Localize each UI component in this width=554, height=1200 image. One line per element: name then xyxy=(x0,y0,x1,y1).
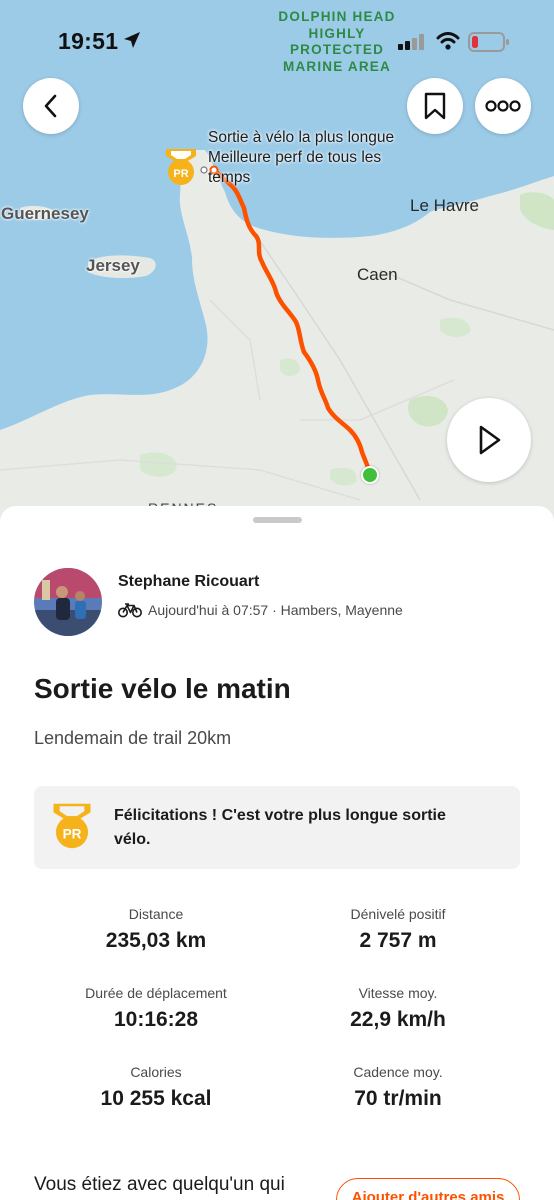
stat-value: 22,9 km/h xyxy=(350,1008,446,1031)
place-caen: Caen xyxy=(357,265,398,284)
more-options-button[interactable] xyxy=(475,78,531,134)
pr-annotation-title: Sortie à vélo la plus longue xyxy=(208,129,395,146)
location-arrow-icon xyxy=(124,32,140,48)
stat-elevation: Dénivelé positif 2 757 m xyxy=(278,906,518,953)
chevron-left-icon xyxy=(44,94,57,118)
svg-text:PR: PR xyxy=(63,826,82,841)
athlete-name[interactable]: Stephane Ricouart xyxy=(118,573,259,591)
save-route-button[interactable] xyxy=(407,78,463,134)
marine-area-label: DOLPHIN HEAD HIGHLY PROTECTED MARINE ARE… xyxy=(278,9,396,74)
stat-value: 70 tr/min xyxy=(354,1087,442,1110)
wifi-icon xyxy=(436,32,460,50)
stat-value: 10:16:28 xyxy=(113,1008,199,1031)
pr-medal-icon: PR xyxy=(53,803,91,849)
stat-label: Calories xyxy=(130,1064,182,1080)
stat-value: 10 255 kcal xyxy=(100,1087,212,1110)
stat-label: Distance xyxy=(128,906,184,922)
stat-label: Durée de déplacement xyxy=(85,985,227,1001)
stat-label: Dénivelé positif xyxy=(350,906,446,922)
stat-moving-time: Durée de déplacement 10:16:28 xyxy=(36,985,276,1032)
stat-calories: Calories 10 255 kcal xyxy=(36,1064,276,1111)
stat-value: 2 757 m xyxy=(359,929,437,952)
avatar[interactable] xyxy=(34,568,102,636)
stat-distance: Distance 235,03 km xyxy=(36,906,276,953)
play-icon xyxy=(479,425,501,455)
stat-avg-speed: Vitesse moy. 22,9 km/h xyxy=(278,985,518,1032)
status-bar: 19:51 DOLPHIN HEAD HIGHLY PROTECTED MARI… xyxy=(0,0,554,74)
activity-title: Sortie vélo le matin xyxy=(34,673,291,704)
flyover-play-button[interactable] xyxy=(447,398,531,482)
activity-sheet: Stephane Ricouart Aujourd'hui à 07:57 · … xyxy=(0,506,554,1200)
stat-cadence: Cadence moy. 70 tr/min xyxy=(278,1064,518,1111)
add-friends-button[interactable]: Ajouter d'autres amis xyxy=(336,1178,520,1200)
route-end-marker xyxy=(361,466,379,484)
sheet-drag-handle[interactable] xyxy=(253,517,302,523)
ellipsis-icon xyxy=(485,100,521,112)
bike-icon xyxy=(118,603,142,618)
activity-date-location: Aujourd'hui à 07:57 · Hambers, Mayenne xyxy=(148,602,403,618)
place-jersey: Jersey xyxy=(86,256,140,275)
stat-label: Vitesse moy. xyxy=(358,985,438,1001)
cellular-signal-icon xyxy=(398,34,424,50)
battery-icon xyxy=(468,32,509,52)
stat-label: Cadence moy. xyxy=(353,1064,443,1080)
back-button[interactable] xyxy=(23,78,79,134)
place-guernesey: Guernesey xyxy=(1,204,89,223)
achievement-text: Félicitations ! C'est votre plus longue … xyxy=(114,807,446,848)
place-le-havre: Le Havre xyxy=(410,196,479,215)
with-someone-text: Vous étiez avec quelqu'un qui xyxy=(34,1174,285,1195)
pr-annotation-subtitle: Meilleure perf de tous les temps xyxy=(208,149,382,186)
stat-value: 235,03 km xyxy=(105,929,207,952)
activity-meta: Aujourd'hui à 07:57 · Hambers, Mayenne xyxy=(118,602,403,618)
activity-map[interactable]: PR Sortie à vélo la plus longue Meilleur… xyxy=(0,0,554,540)
pr-annotation: Sortie à vélo la plus longue Meilleure p… xyxy=(208,128,408,188)
svg-text:PR: PR xyxy=(173,168,188,180)
activity-description: Lendemain de trail 20km xyxy=(34,728,232,748)
achievement-card[interactable]: PR Félicitations ! C'est votre plus long… xyxy=(34,786,520,869)
bookmark-icon xyxy=(424,92,446,120)
pr-medal-icon[interactable]: PR xyxy=(164,147,198,192)
status-time: 19:51 xyxy=(58,28,119,54)
